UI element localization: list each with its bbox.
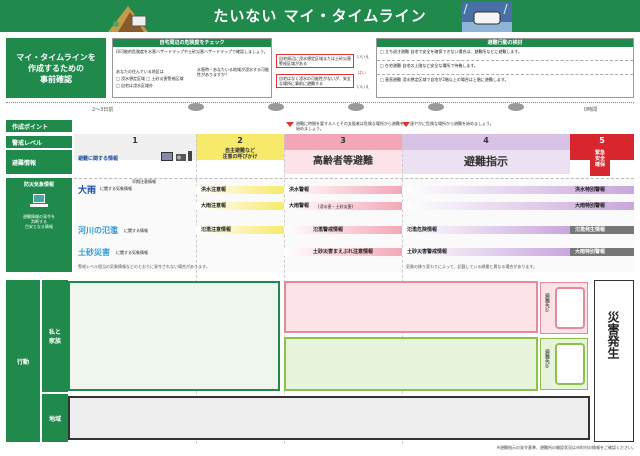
rain-special-warning: 大雨特別警報 xyxy=(575,203,606,209)
landslide-illustration-icon xyxy=(108,6,148,32)
point-1-arrow-icon xyxy=(286,122,294,127)
decision-area: 自宅周辺に浸水想定区域または土砂災害警戒区域がある 自宅はなく浸水の可能性がない… xyxy=(274,38,374,98)
action-row-label: 行動 xyxy=(6,280,40,442)
hazard-option-1[interactable]: □ 浸水想定区域 □ 土砂災害警戒区域 xyxy=(116,76,196,81)
weather-note-1: 警戒レベル相当の気象情報などのとおりに発令されない場合があります。 xyxy=(78,264,210,269)
level-1-number: 1 xyxy=(132,136,138,145)
level-2-number: 2 xyxy=(237,136,243,145)
level-2-text: 自主避難など 注意の呼びかけ xyxy=(222,148,258,160)
hazard-note: 水害時・あなたいる地域が浸水する可能性がありますか？ xyxy=(197,67,269,77)
decision-no-2: いいえ xyxy=(357,84,369,89)
family-row-label: 私と 家族 xyxy=(42,280,68,392)
prep-section-label: マイ・タイムラインを 作成するための 事前確認 xyxy=(6,38,106,98)
timeline-start: 2～3日前 xyxy=(92,107,114,113)
river-sub: に関する情報 xyxy=(124,228,148,233)
disaster-occurrence-box: 災害発生 xyxy=(594,280,634,442)
area-plan-panel[interactable] xyxy=(68,396,590,440)
flood-advisory: 洪水注意報 xyxy=(201,187,227,193)
river-label: 河川の氾濫 xyxy=(78,226,118,235)
weather-row-label-box: 防災気象情報 避難情報の発令を 判断する 目安となる情報 xyxy=(6,178,72,272)
decision-box-1: 自宅周辺に浸水想定区域または土砂災害警戒区域がある xyxy=(276,54,354,68)
level-4-number: 4 xyxy=(483,136,489,145)
decision-box-2: 自宅はなく浸水の可能性がないが、安全な場所に事前に避難する xyxy=(276,74,354,88)
evac-option-1[interactable]: □ 立ち退き避難 自宅で安全を確保できない場合は、避難所などに避難します。 xyxy=(377,47,633,61)
rain-advisory: 大雨注意報 xyxy=(201,203,227,209)
river-danger: 氾濫危険情報 xyxy=(407,227,438,233)
hazard-intro: 印可能的危険度を水害ハザードマップや土砂災害ハザードマップで確認しましょう。 xyxy=(116,49,268,54)
evac-point-1-label: 避難先① xyxy=(544,293,550,314)
evac-point-2-input[interactable] xyxy=(555,343,585,385)
family-plan-panel-evac2[interactable] xyxy=(284,337,538,391)
evac-point-1-input[interactable] xyxy=(555,287,585,329)
points-row-label: 作成ポイント xyxy=(6,120,72,132)
river-caution: 氾濫注意情報 xyxy=(201,227,232,233)
decision-no-1: いいえ xyxy=(357,54,369,59)
evacuation-plan-box: 避難行動の検討 □ 立ち退き避難 自宅で安全を確保できない場合は、避難所などに避… xyxy=(376,38,634,98)
landslide-sub: に関する気象情報 xyxy=(116,250,148,255)
laptop-icon xyxy=(30,194,48,207)
landslide-special: 大雨特別警報 xyxy=(575,249,606,255)
flood-car-illustration-icon xyxy=(462,2,512,32)
hazard-check-title: 自宅周辺の危険度をチェック xyxy=(113,39,271,47)
rain-clouds-icon xyxy=(188,103,524,111)
landslide-label: 土砂災害 xyxy=(78,248,110,257)
family-plan-panel-early[interactable] xyxy=(68,281,280,391)
timeline-strip: 2～3日前 0時間 xyxy=(6,102,634,118)
evac-option-3[interactable]: □ 垂直避難 浸水想定区域で自宅が2階以上の場合は上階に避難します。 xyxy=(377,75,633,89)
level-5-evac-label: 緊急 安全 確保 xyxy=(590,150,610,176)
level-2: 2 自主避難など 注意の呼びかけ xyxy=(196,134,284,160)
footnote: ※避難指示の発令基準、避難所の開設状況は市町村の情報をご確認ください。 xyxy=(496,445,636,450)
point-2: 速やかに危険な場所から避難を始めましょう。 xyxy=(410,121,494,126)
rain-warning-sub: (浸水害・土砂災害) xyxy=(318,204,354,209)
weather-note-2: 気象の移り変わりによって、記載している順番と異なる場合があります。 xyxy=(406,264,537,269)
page-title: たいない マイ・タイムライン xyxy=(213,7,427,25)
level-3-number: 3 xyxy=(340,136,346,145)
landslide-warning: 土砂災害警戒情報 xyxy=(407,249,448,255)
weather-row-sublabel: 避難情報の発令を 判断する 目安となる情報 xyxy=(23,214,55,229)
area-row-label: 地域 xyxy=(42,394,68,442)
evac-point-2-label: 避難先② xyxy=(544,349,550,370)
decision-yes: はい xyxy=(358,70,366,75)
river-occurrence: 氾濫発生情報 xyxy=(575,227,606,233)
family-plan-panel-evac1[interactable] xyxy=(284,281,538,333)
landslide-caution: 土砂災害まえぶれ注意情報 xyxy=(313,249,374,255)
disaster-occurrence-label: 災害発生 xyxy=(606,311,620,359)
evac-info-row-label: 避難情報 xyxy=(6,150,72,174)
evac-point-2-box: 避難先② xyxy=(540,338,588,390)
heavy-rain-label: 大雨 xyxy=(78,186,97,196)
river-warning: 氾濫警戒情報 xyxy=(313,227,344,233)
point-2-arrow-icon xyxy=(402,122,410,127)
evacuation-plan-title: 避難行動の検討 xyxy=(377,39,633,47)
evac-info-item: 避難に関する情報 xyxy=(78,156,119,162)
point-1: 避難に時間を要する人とその支援者は危険な場所から避難を始めましょう。 xyxy=(296,121,404,131)
rain-warning: 大雨警報 xyxy=(289,203,310,209)
level-row-label: 警戒レベル xyxy=(6,136,72,148)
hazard-question: あなたの住んでいる地区は xyxy=(116,69,164,74)
flood-special-warning: 洪水特別警報 xyxy=(575,187,606,193)
heavy-rain-sub: に関する気象情報 xyxy=(100,186,132,191)
level-4-evac-label: 避難指示 xyxy=(402,150,570,174)
level-5-number: 5 xyxy=(599,136,605,145)
hazard-option-2[interactable]: □ 自宅は浸水区域外 xyxy=(116,83,196,88)
flood-warning: 洪水警報 xyxy=(289,187,310,193)
tv-radio-phone-icon xyxy=(161,151,192,161)
evac-point-1-box: 避難先① xyxy=(540,282,588,334)
weather-row-label: 防災気象情報 xyxy=(23,182,54,188)
evac-option-2[interactable]: □ 在宅避難 自宅の上階など安全な場所で待機します。 xyxy=(377,61,633,75)
early-warning: 早期注意情報 xyxy=(132,179,156,184)
hazard-check-box: 自宅周辺の危険度をチェック 印可能的危険度を水害ハザードマップや土砂災害ハザード… xyxy=(112,38,272,98)
level-3-evac-label: 高齢者等避難 xyxy=(284,150,402,174)
